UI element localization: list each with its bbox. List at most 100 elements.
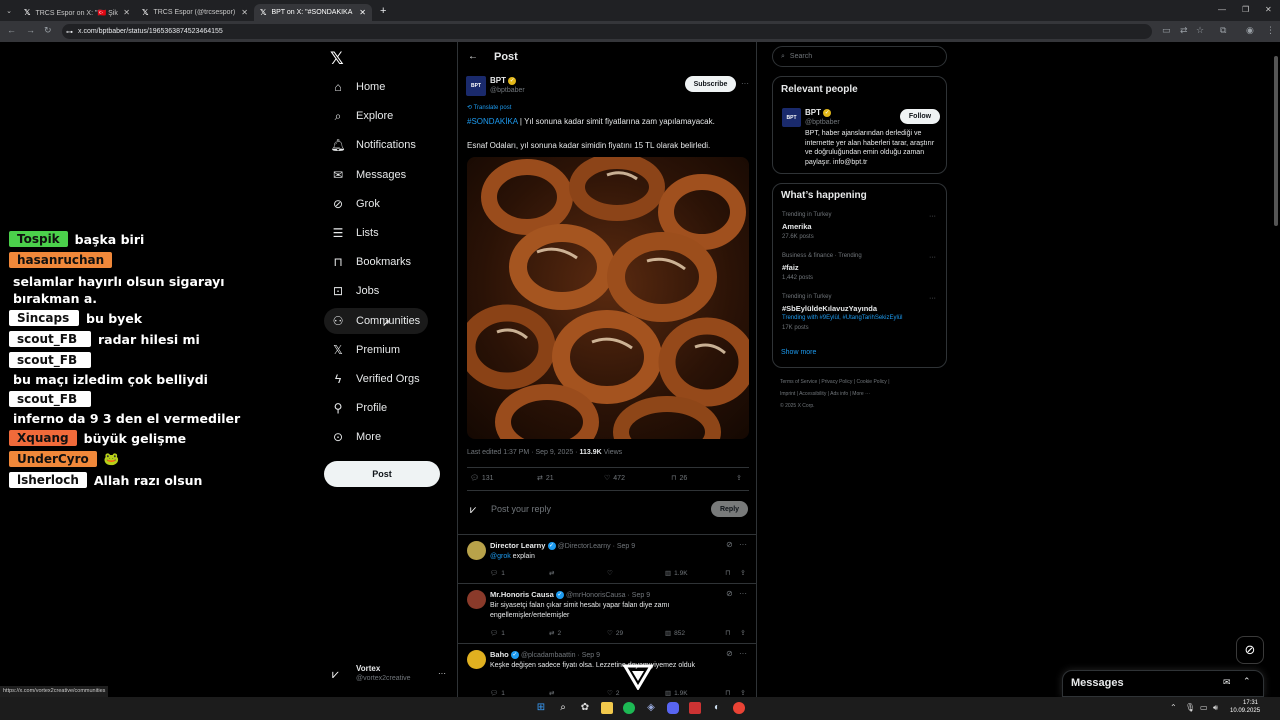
grok-icon[interactable]: ⊘ xyxy=(726,540,733,549)
avatar[interactable] xyxy=(467,541,486,560)
avatar[interactable]: BPT xyxy=(782,108,801,127)
reload-icon[interactable]: ↻ xyxy=(44,25,52,36)
heart-action[interactable]: ♡ 29 xyxy=(607,629,623,638)
share-icon[interactable]: ⇪ xyxy=(736,474,742,482)
nav-item-lists[interactable]: ☰ Lists xyxy=(324,220,387,246)
bookmark-icon[interactable]: ⊓ xyxy=(725,689,730,697)
nav-item-profile[interactable]: ⚲ Profile xyxy=(324,395,395,421)
search-icon[interactable]: ⌕ xyxy=(557,702,569,714)
close-icon[interactable]: ✕ xyxy=(123,8,130,17)
browser-tab-2[interactable]: 𝕏 BPT on X: "#SONDAKİKA | Yıl so ✕ xyxy=(254,4,372,21)
show-more-link[interactable]: Show more xyxy=(781,349,816,356)
file-explorer-icon[interactable] xyxy=(601,702,613,714)
minimize-icon[interactable]: — xyxy=(1218,5,1226,14)
post-timestamp[interactable]: Last edited 1:37 PM · Sep 9, 2025 · xyxy=(467,449,579,456)
person-name[interactable]: BPT ✓ xyxy=(805,108,832,117)
footer-link[interactable]: Privacy Policy xyxy=(821,379,852,385)
like-action[interactable]: ♡ 472 xyxy=(604,474,625,483)
avatar[interactable] xyxy=(467,590,486,609)
more-icon[interactable]: ··· xyxy=(929,254,936,261)
search-input[interactable]: ⌕ Search xyxy=(772,46,947,67)
url-field[interactable]: ⊶ x.com/bptbaber/status/1965363874523464… xyxy=(62,24,1152,39)
mention-link[interactable]: @grok xyxy=(490,553,511,560)
spotify-icon[interactable] xyxy=(623,702,635,714)
views-action[interactable]: ▥ 1.9K xyxy=(665,689,688,698)
more-icon[interactable]: ··· xyxy=(739,649,747,658)
tray-chevron-icon[interactable]: ⌃ xyxy=(1170,703,1177,712)
cast-icon[interactable]: ▭ xyxy=(1162,25,1171,36)
reply-author[interactable]: Baho ✓ @plcadambaattin · Sep 9 xyxy=(490,650,600,660)
footer-link[interactable]: More ··· xyxy=(852,391,870,397)
scrollbar[interactable] xyxy=(1273,44,1279,694)
nav-item-more[interactable]: ⊙ More xyxy=(324,424,389,450)
bookmark-icon[interactable]: ⊓ xyxy=(725,629,730,637)
heart-action[interactable]: ♡ xyxy=(607,569,616,577)
footer-link[interactable]: Cookie Policy xyxy=(857,379,887,385)
reply-action[interactable]: 💬︎ 131 xyxy=(470,474,494,483)
volume-icon[interactable]: 🔊︎ xyxy=(1213,703,1218,713)
reply-button[interactable]: Reply xyxy=(711,501,748,517)
repost-action[interactable]: ⇄ xyxy=(549,569,557,577)
footer-link[interactable]: Imprint xyxy=(780,391,795,397)
close-icon[interactable]: ✕ xyxy=(359,8,366,17)
account-switcher[interactable]: ⩗ Vortex @vortex2creative ··· xyxy=(328,662,450,688)
footer-link[interactable]: Ads info xyxy=(830,391,848,397)
nav-item-communities[interactable]: ⚇ Communities xyxy=(324,307,429,334)
browser-tab-1[interactable]: 𝕏 TRCS Espor (@trcsespor) / X ✕ xyxy=(136,4,254,21)
trend-related[interactable]: Trending with #9Eylül, #UtangTarihSekizE… xyxy=(782,315,903,321)
messages-dock[interactable]: Messages ✉ ⌃ xyxy=(1062,670,1264,697)
share-icon[interactable]: ⇪ xyxy=(740,689,746,697)
nav-item-grok[interactable]: ⊘ Grok xyxy=(324,191,388,217)
translate-icon[interactable]: ⇄ xyxy=(1180,25,1188,36)
chrome-icon[interactable] xyxy=(733,702,745,714)
x-logo-icon[interactable]: 𝕏 xyxy=(330,49,344,69)
share-icon[interactable]: ⇪ xyxy=(740,629,746,637)
hashtag-link[interactable]: #SONDAKİKA xyxy=(467,117,518,126)
avatar[interactable] xyxy=(467,650,486,669)
bookmark-action[interactable]: ⊓ 26 xyxy=(671,474,687,483)
more-icon[interactable]: ··· xyxy=(929,295,936,302)
reply-action[interactable]: 💬︎ 1 xyxy=(490,689,505,698)
app-icon[interactable]: ◈ xyxy=(645,702,657,714)
scrollbar-thumb[interactable] xyxy=(1274,56,1278,226)
widgets-icon[interactable]: ✿ xyxy=(579,702,591,714)
nav-item-notifications[interactable]: 🔔︎ Notifications xyxy=(324,132,424,158)
footer-link[interactable]: Accessibility xyxy=(799,391,826,397)
bookmark-icon[interactable]: ⊓ xyxy=(725,569,730,577)
menu-kebab-icon[interactable]: ⋮ xyxy=(1266,25,1275,36)
reply-action[interactable]: 💬︎ 1 xyxy=(490,569,505,578)
more-icon[interactable]: ··· xyxy=(739,589,747,598)
nav-item-explore[interactable]: ⌕ Explore xyxy=(324,103,401,129)
reply-input[interactable]: Post your reply xyxy=(491,504,691,514)
tab-menu-icon[interactable]: ⌄ xyxy=(0,7,18,15)
share-icon[interactable]: ⇪ xyxy=(740,569,746,577)
nav-item-verified-orgs[interactable]: ϟ Verified Orgs xyxy=(324,366,428,392)
calendar-icon[interactable] xyxy=(689,702,701,714)
expand-icon[interactable]: ⌃ xyxy=(1243,676,1251,687)
more-icon[interactable]: ··· xyxy=(438,669,446,678)
nav-item-home[interactable]: ⌂ Home xyxy=(324,74,393,100)
subscribe-button[interactable]: Subscribe xyxy=(685,76,736,92)
new-tab-button[interactable]: + xyxy=(380,5,386,17)
reply-item[interactable]: Mr.Honoris Causa ✓ @mrHonorisCausa · Sep… xyxy=(458,583,757,643)
reply-author[interactable]: Director Learny ✓ @DirectorLearny · Sep … xyxy=(490,541,635,551)
views-action[interactable]: ▥ 852 xyxy=(665,629,685,638)
restore-icon[interactable]: ❐ xyxy=(1242,5,1249,14)
person-handle[interactable]: @bptbaber xyxy=(805,119,840,126)
compose-message-icon[interactable]: ✉ xyxy=(1223,677,1231,688)
windows-start-icon[interactable]: ⊞ xyxy=(535,702,547,714)
more-icon[interactable]: ··· xyxy=(929,213,936,220)
repost-action[interactable]: ⇄ 21 xyxy=(537,474,554,483)
discord-icon[interactable] xyxy=(667,702,679,714)
back-icon[interactable]: ← xyxy=(7,25,16,35)
author-handle[interactable]: @bptbaber xyxy=(490,87,525,94)
clock-date[interactable]: 10.09.2025 xyxy=(1230,708,1260,714)
network-icon[interactable]: ▭ xyxy=(1200,703,1208,712)
grok-float-button[interactable]: ⊘ xyxy=(1236,636,1264,664)
profile-icon[interactable]: ◉ xyxy=(1246,25,1254,36)
post-button[interactable]: Post xyxy=(324,461,440,487)
browser-tab-0[interactable]: 𝕏 TRCS Espor on X: "🇹🇷 Şikeci sc ✕ xyxy=(18,4,136,21)
repost-action[interactable]: ⇄ xyxy=(549,689,557,697)
star-icon[interactable]: ☆ xyxy=(1196,25,1204,36)
trend-item[interactable]: Trending in Turkey #SbEylüldeKılavuzYayın… xyxy=(773,294,946,334)
